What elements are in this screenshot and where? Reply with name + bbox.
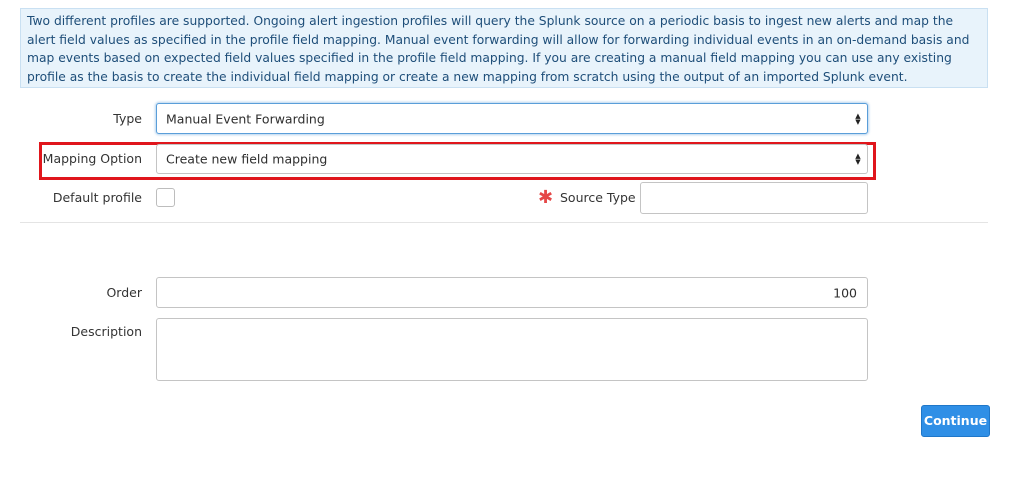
order-value: 100: [833, 285, 857, 300]
default-profile-label: Default profile: [52, 190, 142, 205]
info-text: Two different profiles are supported. On…: [27, 14, 970, 84]
type-select[interactable]: Manual Event Forwarding ▲ ▼: [156, 103, 868, 134]
asterisk-icon: ✱: [538, 187, 554, 208]
mapping-option-label: Mapping Option: [42, 151, 142, 166]
source-type-input[interactable]: [640, 182, 868, 214]
updown-arrows-icon: ▲ ▼: [855, 111, 861, 126]
info-banner: Two different profiles are supported. On…: [20, 8, 988, 88]
description-textarea[interactable]: [156, 318, 868, 381]
default-profile-checkbox[interactable]: [156, 188, 175, 207]
source-type-label: Source Type: [560, 190, 636, 205]
description-label: Description: [70, 324, 142, 339]
order-label: Order: [106, 285, 142, 300]
type-label: Type: [113, 111, 142, 126]
updown-arrows-icon: ▲ ▼: [855, 152, 861, 166]
continue-button[interactable]: Continue: [921, 405, 990, 437]
mapping-option-value: Create new field mapping: [166, 151, 328, 167]
mapping-option-select[interactable]: Create new field mapping ▲ ▼: [156, 144, 868, 174]
type-select-value: Manual Event Forwarding: [166, 111, 325, 126]
section-divider: [20, 222, 988, 223]
order-input[interactable]: 100: [156, 277, 868, 308]
